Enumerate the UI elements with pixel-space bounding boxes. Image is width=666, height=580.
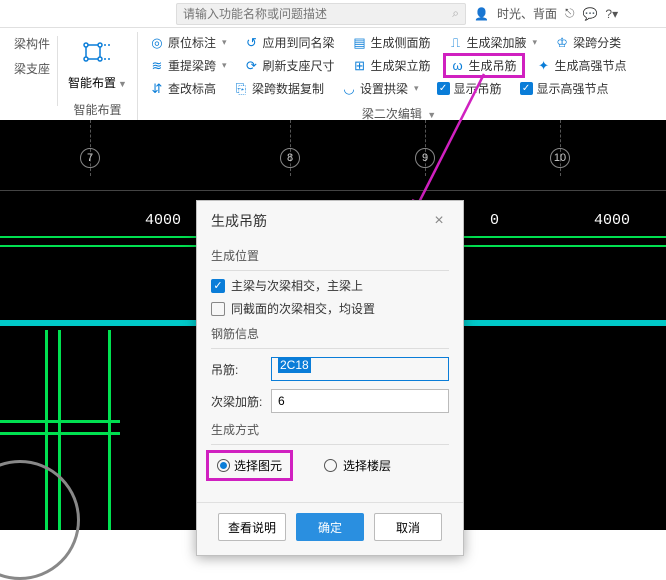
erect-icon: ⊞	[353, 59, 367, 73]
dimension-text: 0	[490, 212, 499, 229]
arch-icon: ◡	[342, 82, 356, 96]
grid-tick: 10	[550, 148, 570, 168]
refresh-icon: ⟳	[245, 59, 259, 73]
chat-icon[interactable]: 💬	[582, 7, 597, 21]
btn-show-hanger[interactable]: ✓显示吊筋	[433, 78, 506, 99]
target-icon: ◎	[150, 36, 164, 50]
grid-tick: 9	[415, 148, 435, 168]
hanger-input[interactable]: 2C18	[271, 357, 449, 381]
haunch-icon: ⎍	[449, 36, 463, 50]
btn-apply-same[interactable]: ↺应用到同名梁	[241, 32, 339, 53]
chk-main-secondary[interactable]: ✓ 主梁与次梁相交，主梁上	[211, 277, 449, 294]
group-mode-label: 生成方式	[211, 421, 449, 438]
btn-gen-hanger[interactable]: ω生成吊筋	[445, 55, 523, 76]
btn-span-classify[interactable]: ♔梁跨分类	[551, 32, 625, 53]
sub-add-input[interactable]	[271, 389, 449, 413]
user-icon: 👤	[474, 7, 489, 21]
grid-tick: 8	[280, 148, 300, 168]
search-icon[interactable]: ⌕	[452, 6, 459, 21]
ok-button[interactable]: 确定	[296, 513, 364, 541]
search-input[interactable]	[183, 7, 452, 21]
smart-layout-icon[interactable]	[77, 36, 117, 68]
search-box[interactable]: ⌕	[176, 3, 466, 25]
btn-check-elev[interactable]: ⇵查改标高	[146, 78, 220, 99]
side-icon: ▤	[353, 36, 367, 50]
dimension-text: 4000	[145, 212, 181, 229]
radio-on-icon	[217, 459, 230, 472]
section-smart-footer: 智能布置	[73, 97, 121, 122]
copy-icon: ⎘	[234, 82, 248, 96]
checkbox-on-icon: ✓	[437, 82, 450, 95]
btn-gen-strong[interactable]: ✦生成高强节点	[533, 55, 631, 76]
smart-layout-label[interactable]: 智能布置▼	[68, 74, 127, 91]
checkbox-off-icon	[211, 302, 225, 316]
chk-same-section[interactable]: 同截面的次梁相交，均设置	[211, 300, 449, 317]
grid-tick: 7	[80, 148, 100, 168]
left-tool-2[interactable]: 梁支座	[14, 60, 50, 77]
help-button[interactable]: 查看说明	[218, 513, 286, 541]
btn-refresh-support[interactable]: ⟳刷新支座尺寸	[241, 55, 339, 76]
sub-add-label: 次梁加筋:	[211, 393, 263, 410]
radio-select-floor[interactable]: 选择楼层	[324, 457, 391, 474]
radio-select-element[interactable]: 选择图元	[211, 455, 288, 476]
hanger-icon: ω	[451, 59, 465, 73]
generate-hanger-dialog: 生成吊筋 × 生成位置 ✓ 主梁与次梁相交，主梁上 同截面的次梁相交，均设置 钢…	[196, 200, 464, 556]
btn-gen-side[interactable]: ▤生成侧面筋	[349, 32, 435, 53]
btn-copy-span[interactable]: ⎘梁跨数据复制	[230, 78, 328, 99]
group-rebar-label: 钢筋信息	[211, 325, 449, 342]
btn-origin-annot[interactable]: ◎原位标注▾	[146, 32, 231, 53]
strong-icon: ✦	[537, 59, 551, 73]
user-label: 时光、背面	[497, 5, 557, 22]
apply-icon: ↺	[245, 36, 259, 50]
reextract-icon: ≋	[150, 59, 164, 73]
headset-icon[interactable]: ⎋	[565, 6, 575, 21]
dialog-title: 生成吊筋	[211, 211, 267, 231]
classify-icon: ♔	[555, 36, 569, 50]
hanger-label: 吊筋:	[211, 361, 263, 378]
btn-gen-haunches[interactable]: ⎍生成梁加腋▾	[445, 32, 542, 53]
btn-show-strong[interactable]: ✓显示高强节点	[516, 78, 613, 99]
btn-set-arch[interactable]: ◡设置拱梁▾	[338, 78, 423, 99]
btn-reextract[interactable]: ≋重提梁跨▾	[146, 55, 231, 76]
group-position-label: 生成位置	[211, 247, 449, 264]
checkbox-on-icon: ✓	[211, 279, 225, 293]
left-tool-1[interactable]: 梁构件	[14, 35, 50, 52]
help-icon[interactable]: ?▾	[605, 7, 618, 21]
radio-off-icon	[324, 459, 337, 472]
elev-icon: ⇵	[150, 82, 164, 96]
cancel-button[interactable]: 取消	[374, 513, 442, 541]
checkbox-on-icon: ✓	[520, 82, 533, 95]
btn-gen-erect[interactable]: ⊞生成架立筋	[349, 55, 435, 76]
close-icon[interactable]: ×	[429, 211, 449, 231]
dimension-text: 4000	[594, 212, 630, 229]
